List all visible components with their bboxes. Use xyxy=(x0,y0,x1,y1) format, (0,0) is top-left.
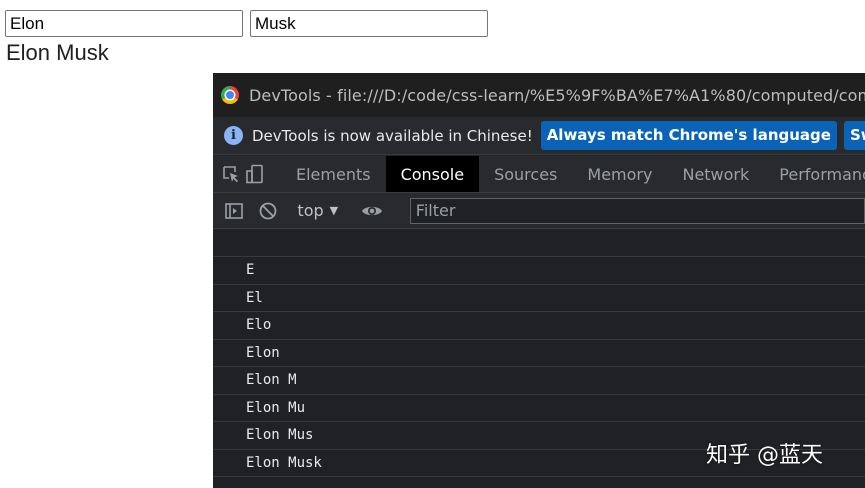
device-toolbar-icon[interactable] xyxy=(245,156,265,192)
console-log-line: Elon Mu xyxy=(213,395,865,422)
full-name-text: Elon Musk xyxy=(6,40,109,65)
tab-memory[interactable]: Memory xyxy=(572,156,667,192)
info-icon: i xyxy=(224,126,243,145)
context-selector-value: top xyxy=(297,201,324,220)
zhihu-watermark: 知乎 @蓝天 xyxy=(706,443,823,468)
context-selector[interactable]: top ▼ xyxy=(297,201,338,220)
console-log-line: Elo xyxy=(213,312,865,340)
devtools-window: DevTools - file:///D:/code/css-learn/%E5… xyxy=(213,73,865,488)
devtools-tabbar: Elements Console Sources Memory Network … xyxy=(213,156,865,193)
always-match-language-button[interactable]: Always match Chrome's language xyxy=(540,121,837,150)
tab-network[interactable]: Network xyxy=(667,156,764,192)
tab-elements[interactable]: Elements xyxy=(281,156,386,192)
console-log-line: Elon xyxy=(213,340,865,367)
dropdown-arrow-icon: ▼ xyxy=(329,204,339,217)
console-sidebar-icon[interactable] xyxy=(221,201,247,221)
devtools-title: DevTools - file:///D:/code/css-learn/%E5… xyxy=(249,85,865,105)
live-expression-eye-icon[interactable] xyxy=(359,203,385,219)
language-infobar: i DevTools is now available in Chinese! … xyxy=(213,117,865,155)
inspect-element-icon[interactable] xyxy=(221,156,241,192)
console-log-line: Elon M xyxy=(213,367,865,395)
tab-sources[interactable]: Sources xyxy=(479,156,572,192)
first-name-input[interactable] xyxy=(5,10,243,37)
console-row-empty xyxy=(213,230,865,257)
console-toolbar: top ▼ Filter xyxy=(213,193,865,229)
console-filter-input[interactable]: Filter xyxy=(409,197,865,224)
console-log-line: El xyxy=(213,285,865,312)
console-log-line: E xyxy=(213,257,865,285)
last-name-input[interactable] xyxy=(250,10,488,37)
clear-console-icon[interactable] xyxy=(255,201,281,221)
switch-devtools-language-button[interactable]: Switch Dev xyxy=(843,121,865,150)
infobar-message: DevTools is now available in Chinese! xyxy=(252,126,533,145)
chrome-logo-icon xyxy=(221,86,239,104)
devtools-titlebar[interactable]: DevTools - file:///D:/code/css-learn/%E5… xyxy=(213,73,865,117)
tab-performance[interactable]: Performance xyxy=(764,156,865,192)
tab-console[interactable]: Console xyxy=(385,156,480,192)
